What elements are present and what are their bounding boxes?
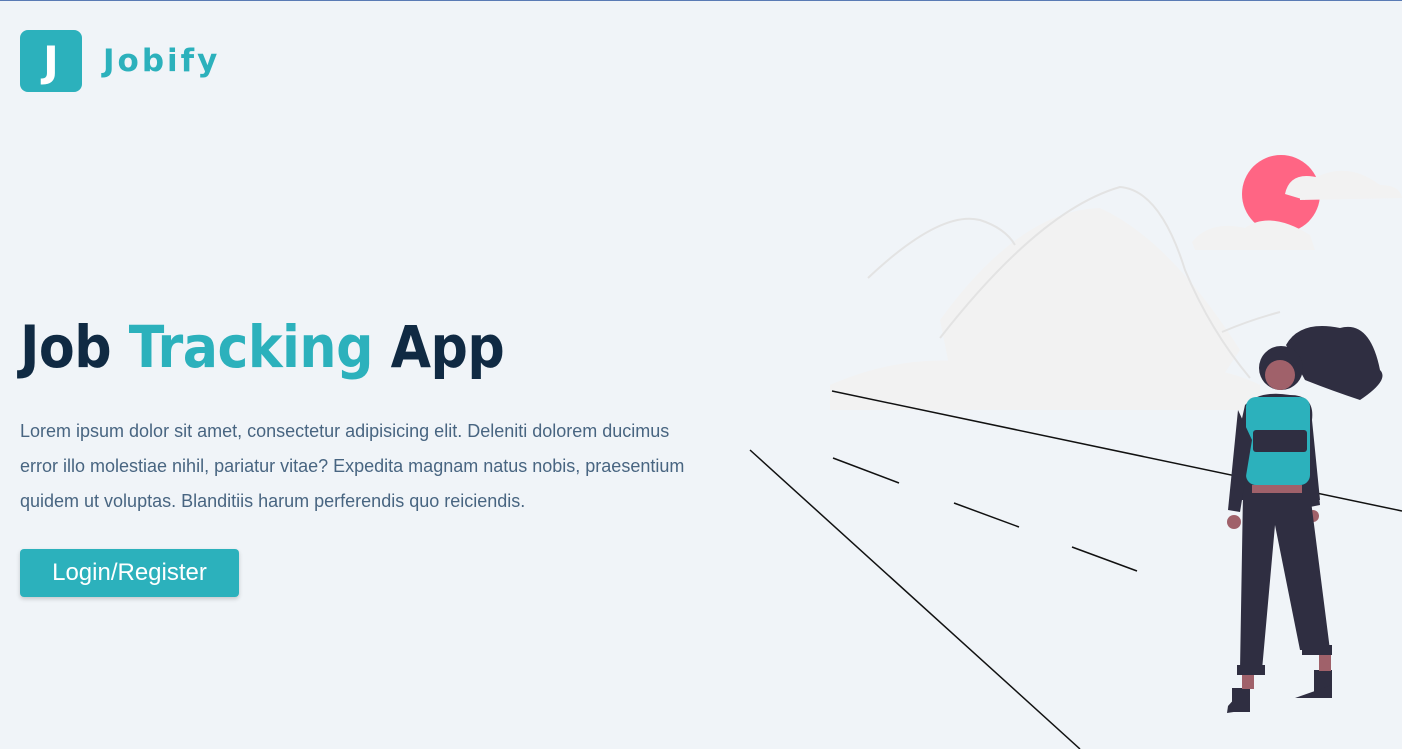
traveler-illustration-icon: [749, 155, 1402, 749]
login-register-button[interactable]: Login/Register: [20, 549, 239, 597]
hero-title-part2: App: [372, 313, 505, 381]
hero-title-part1: Job: [20, 313, 129, 381]
hero-description: Lorem ipsum dolor sit amet, consectetur …: [20, 421, 685, 511]
navbar: J Jobify: [20, 30, 220, 92]
hero-title: Job Tracking App: [20, 313, 505, 381]
hero-title-accent: Tracking: [128, 313, 374, 381]
top-border: [0, 0, 1402, 1]
brand-name: Jobify: [103, 43, 221, 79]
logo-icon[interactable]: J: [20, 30, 82, 92]
